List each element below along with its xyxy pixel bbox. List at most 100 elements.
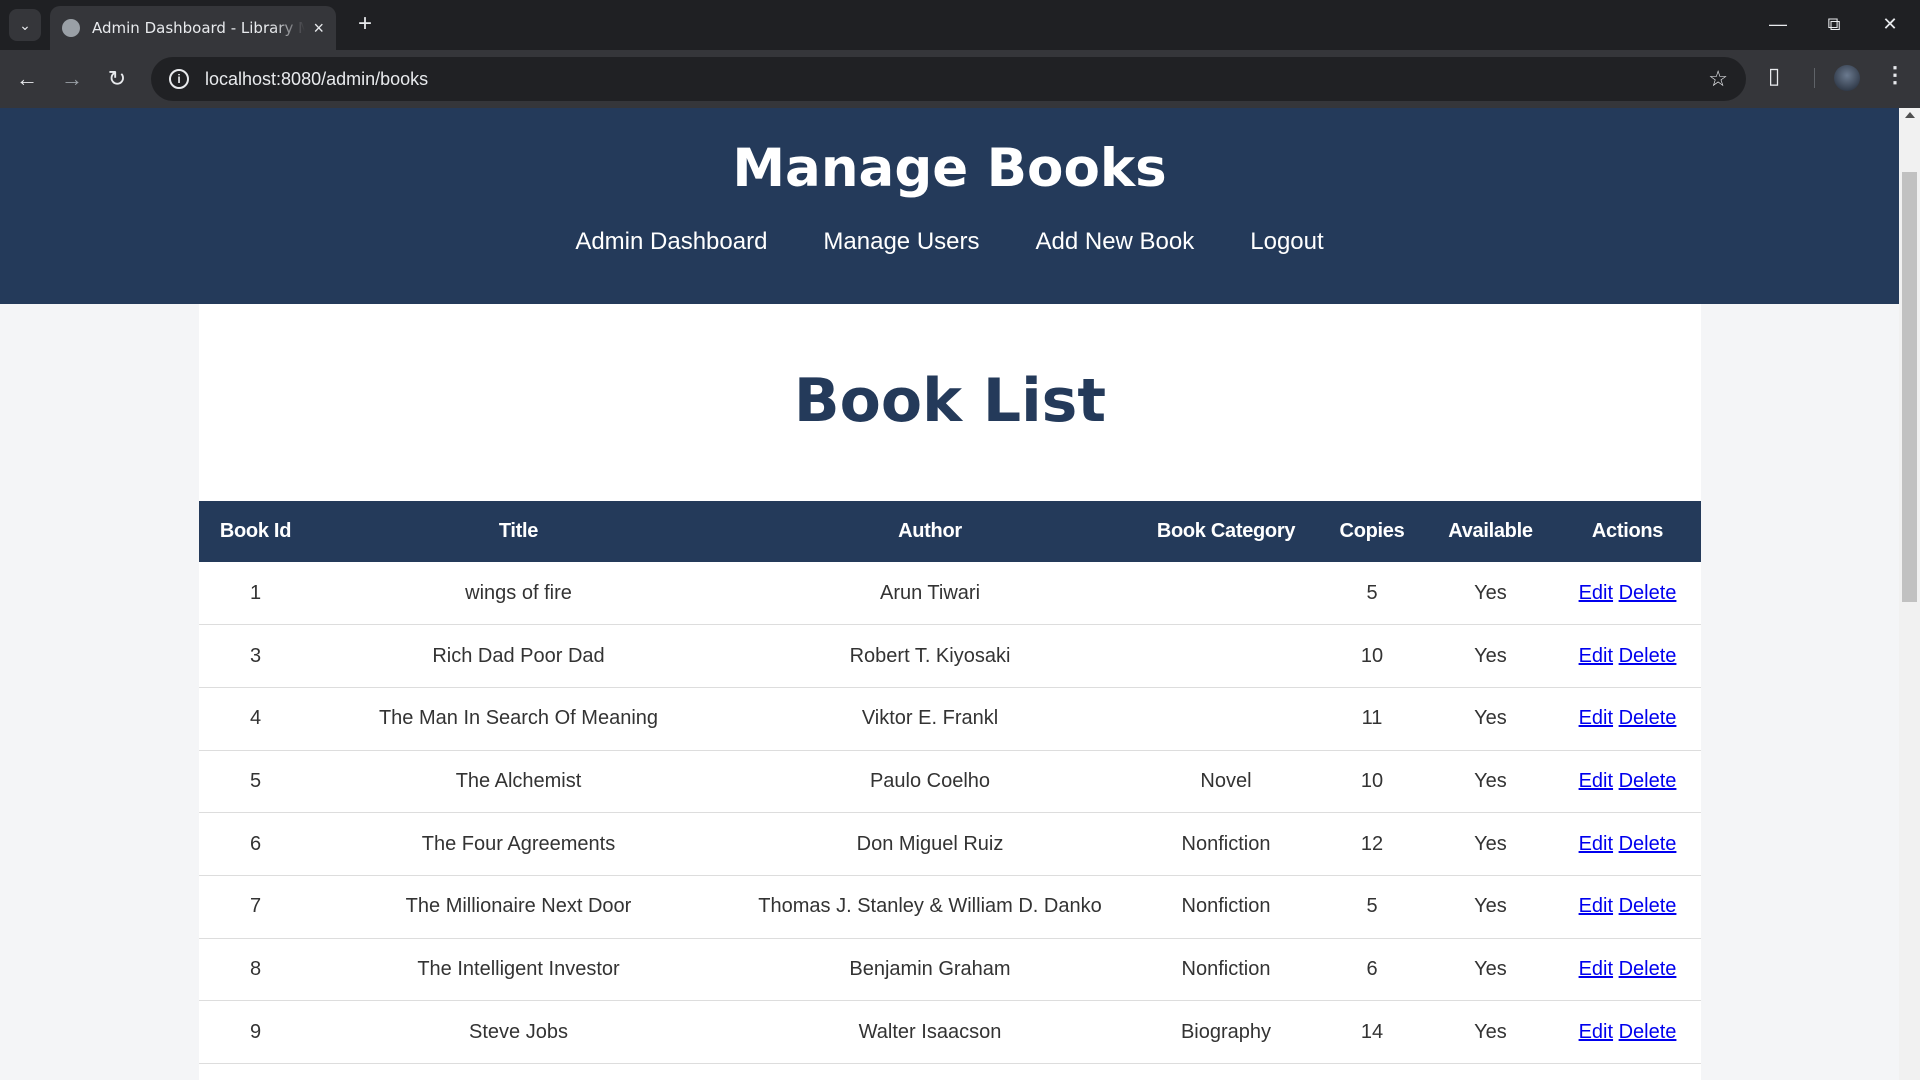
table-body: 1 wings of fire Arun Tiwari 5 Yes Edit Delete… — [199, 562, 1701, 1064]
minimize-icon[interactable]: — — [1750, 0, 1806, 48]
table-row: 7 The Millionaire Next Door Thomas J. Stan… — [199, 875, 1701, 939]
kebab-menu-icon[interactable]: ⋮ — [1884, 62, 1906, 88]
cell-book-id: 8 — [249, 957, 262, 980]
scroll-up-arrow-icon[interactable] — [1905, 112, 1915, 118]
col-actions: Actions — [1591, 520, 1664, 542]
cell-book-category — [1135, 625, 1317, 688]
tab-search-chevron-icon[interactable]: ⌄ — [9, 9, 41, 41]
cell-title: The Alchemist — [455, 769, 582, 792]
window-close-icon[interactable]: ✕ — [1862, 0, 1918, 48]
delete-link[interactable]: Delete — [1619, 895, 1677, 917]
delete-link[interactable]: Delete — [1619, 833, 1677, 855]
nav-admin-dashboard[interactable]: Admin Dashboard — [575, 228, 767, 256]
cell-title: Steve Jobs — [469, 1020, 568, 1043]
nav-logout[interactable]: Logout — [1250, 228, 1323, 256]
globe-icon — [62, 19, 80, 37]
cell-book-id: 9 — [249, 1020, 262, 1043]
cell-actions: Edit Delete — [1554, 813, 1701, 876]
page-header: Manage Books Admin Dashboard Manage User… — [0, 108, 1899, 304]
cell-available: Yes — [1474, 769, 1507, 792]
cell-title: The Man In Search Of Meaning — [378, 707, 659, 730]
back-arrow-icon[interactable]: ← — [11, 63, 43, 95]
toolbar-divider — [1814, 68, 1815, 88]
delete-link[interactable]: Delete — [1619, 958, 1677, 980]
edit-link[interactable]: Edit — [1579, 1021, 1613, 1043]
cell-title: The Intelligent Investor — [417, 957, 620, 980]
edit-link[interactable]: Edit — [1579, 770, 1613, 792]
reload-icon[interactable]: ↻ — [101, 63, 133, 95]
scrollbar-thumb[interactable] — [1902, 172, 1917, 602]
cell-actions: Edit Delete — [1554, 938, 1701, 1001]
forward-arrow-icon[interactable]: → — [56, 63, 88, 95]
edit-link[interactable]: Edit — [1579, 582, 1613, 604]
cell-title: wings of fire — [465, 581, 572, 604]
browser-toolbar: ← → ↻ i localhost:8080/admin/books ☆ — [0, 50, 1920, 108]
cell-copies: 5 — [1366, 895, 1378, 918]
cell-book-category: Novel — [1200, 769, 1252, 792]
table-row: 8 The Intelligent Investor Benjamin Graham… — [199, 938, 1701, 1001]
cell-copies: 14 — [1360, 1020, 1384, 1043]
table-row: 4 The Man In Search Of Meaning Viktor E. F… — [199, 687, 1701, 751]
cell-book-id: 3 — [249, 644, 262, 667]
table-row: 1 wings of fire Arun Tiwari 5 Yes Edit Delete — [199, 562, 1701, 625]
extensions-puzzle-icon[interactable]: ▯ — [1768, 63, 1794, 89]
book-list-card: Book List Book Id Title Author Book Cate… — [199, 304, 1701, 1080]
new-tab-plus-icon[interactable]: + — [352, 12, 378, 38]
profile-avatar[interactable] — [1834, 65, 1860, 91]
cell-book-id: 6 — [249, 832, 262, 855]
col-available: Available — [1448, 520, 1533, 542]
cell-available: Yes — [1474, 644, 1507, 667]
page-title: Manage Books — [732, 138, 1167, 199]
col-title: Title — [498, 520, 539, 542]
cell-copies: 10 — [1360, 769, 1384, 792]
page-viewport: Manage Books Admin Dashboard Manage User… — [0, 108, 1920, 1080]
delete-link[interactable]: Delete — [1619, 645, 1677, 667]
cell-title: The Four Agreements — [421, 832, 616, 855]
cell-available: Yes — [1474, 895, 1507, 918]
close-icon[interactable]: × — [313, 18, 324, 39]
col-book-id: Book Id — [219, 520, 292, 542]
address-bar[interactable]: i localhost:8080/admin/books ☆ — [151, 57, 1746, 101]
cell-title: Rich Dad Poor Dad — [432, 644, 605, 667]
cell-author: Robert T. Kiyosaki — [849, 644, 1011, 667]
cell-actions: Edit Delete — [1554, 562, 1701, 625]
delete-link[interactable]: Delete — [1619, 1021, 1677, 1043]
cell-author: Walter Isaacson — [858, 1020, 1002, 1043]
nav-add-new-book[interactable]: Add New Book — [1036, 228, 1195, 256]
edit-link[interactable]: Edit — [1579, 645, 1613, 667]
main-nav: Admin Dashboard Manage Users Add New Boo… — [0, 228, 1899, 256]
cell-book-category: Biography — [1180, 1020, 1272, 1043]
browser-tab[interactable]: Admin Dashboard - Library Management × — [50, 6, 336, 50]
edit-link[interactable]: Edit — [1579, 833, 1613, 855]
delete-link[interactable]: Delete — [1619, 582, 1677, 604]
nav-manage-users[interactable]: Manage Users — [823, 228, 979, 256]
col-copies: Copies — [1339, 520, 1405, 542]
cell-actions: Edit Delete — [1554, 750, 1701, 813]
edit-link[interactable]: Edit — [1579, 895, 1613, 917]
books-table: Book Id Title Author Book Category Copie… — [199, 501, 1701, 1064]
delete-link[interactable]: Delete — [1619, 770, 1677, 792]
table-row: 3 Rich Dad Poor Dad Robert T. Kiyosaki 10 Ye… — [199, 625, 1701, 688]
bookmark-star-icon[interactable]: ☆ — [1708, 66, 1728, 92]
edit-link[interactable]: Edit — [1579, 958, 1613, 980]
cell-book-category — [1135, 562, 1317, 625]
page-scrollbar[interactable] — [1899, 108, 1920, 1080]
table-row: 9 Steve Jobs Walter Isaacson Biography 14 Yes… — [199, 1001, 1701, 1064]
cell-actions: Edit Delete — [1554, 625, 1701, 688]
delete-link[interactable]: Delete — [1619, 707, 1677, 729]
cell-copies: 5 — [1366, 581, 1378, 604]
edit-link[interactable]: Edit — [1579, 707, 1613, 729]
cell-book-id: 4 — [249, 707, 262, 730]
cell-author: Benjamin Graham — [849, 957, 1011, 980]
table-header-row: Book Id Title Author Book Category Copie… — [199, 501, 1701, 562]
cell-available: Yes — [1474, 1020, 1507, 1043]
cell-author: Viktor E. Frankl — [861, 707, 999, 730]
cell-book-id: 7 — [249, 895, 262, 918]
cell-book-category — [1135, 687, 1317, 750]
url-text[interactable]: localhost:8080/admin/books — [205, 69, 428, 90]
cell-author: Thomas J. Stanley & William D. Danko — [758, 895, 1102, 918]
tab-strip: ⌄ Admin Dashboard - Library Management ×… — [0, 0, 1920, 50]
site-info-icon[interactable]: i — [169, 69, 189, 89]
table-row: 6 The Four Agreements Don Miguel Ruiz Nonfi… — [199, 813, 1701, 876]
restore-icon[interactable]: ⧉ — [1806, 0, 1862, 48]
